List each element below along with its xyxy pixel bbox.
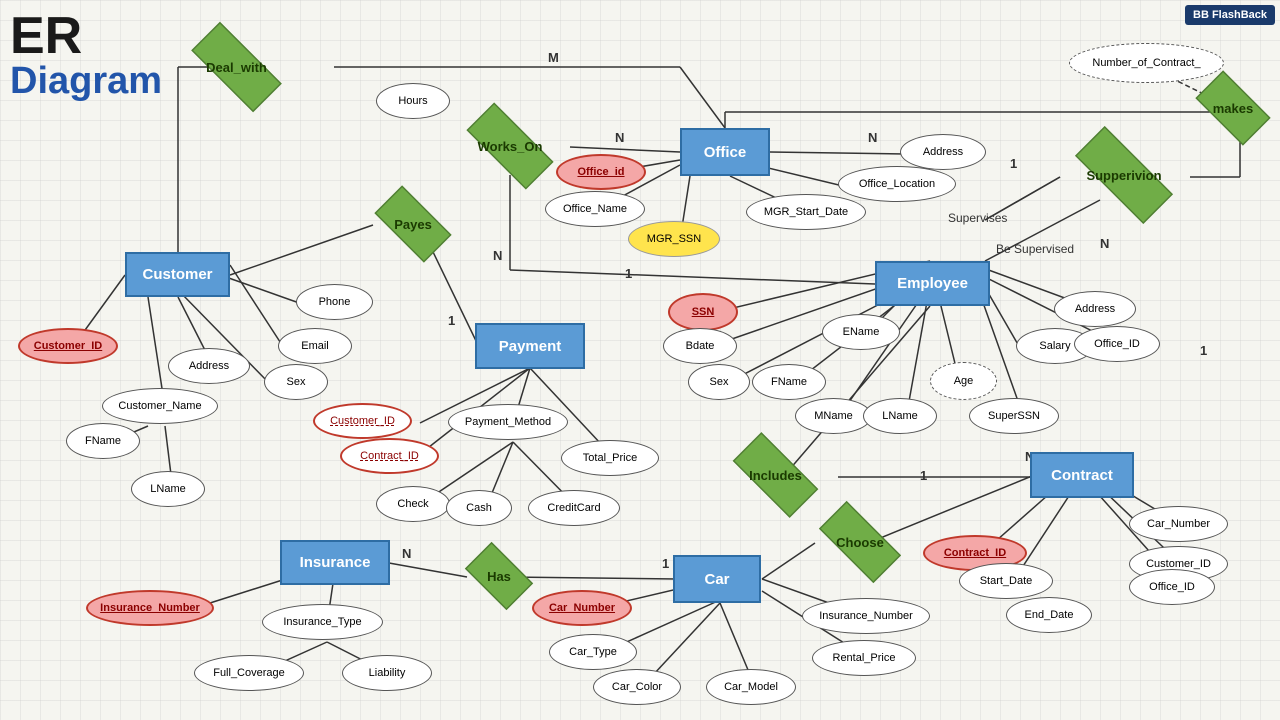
rel-has[interactable]: Has (457, 549, 541, 603)
attr-insurance-number: Insurance_Number (86, 590, 214, 626)
attr-mgr-ssn: MGR_SSN (628, 221, 720, 257)
entity-customer[interactable]: Customer (125, 252, 230, 297)
svg-text:M: M (548, 50, 559, 65)
attr-office-id-cont: Office_ID (1129, 569, 1215, 605)
svg-text:N: N (402, 546, 411, 561)
svg-text:1: 1 (625, 266, 632, 281)
rel-makes[interactable]: makes (1185, 80, 1280, 136)
attr-car-type: Car_Type (549, 634, 637, 670)
attr-cash: Cash (446, 490, 512, 526)
attr-office-name: Office_Name (545, 191, 645, 227)
attr-fname-cust: FName (66, 423, 140, 459)
entity-payment[interactable]: Payment (475, 323, 585, 369)
attr-insurance-num-car: Insurance_Number (802, 598, 930, 634)
attr-payment-method: Payment_Method (448, 404, 568, 440)
attr-office-id: Office_id (556, 154, 646, 190)
rel-works-on[interactable]: Works_On (450, 118, 570, 174)
entity-insurance[interactable]: Insurance (280, 540, 390, 585)
attr-sex-cust: Sex (264, 364, 328, 400)
rel-choose[interactable]: Choose (805, 514, 915, 570)
attr-lname-emp: LName (863, 398, 937, 434)
entity-contract[interactable]: Contract (1030, 452, 1134, 498)
svg-text:1: 1 (920, 468, 927, 483)
attr-lname-cust: LName (131, 471, 205, 507)
attr-address-office: Address (900, 134, 986, 170)
diagram-text: Diagram (10, 62, 162, 100)
rel-deal-with[interactable]: Deal_with (174, 38, 299, 96)
attr-liability: Liability (342, 655, 432, 691)
entity-office[interactable]: Office (680, 128, 770, 176)
attr-mgr-start-date: MGR_Start_Date (746, 194, 866, 230)
attr-check: Check (376, 486, 450, 522)
attr-office-location: Office_Location (838, 166, 956, 202)
attr-bdate: Bdate (663, 328, 737, 364)
svg-text:1: 1 (662, 556, 669, 571)
attr-full-coverage: Full_Coverage (194, 655, 304, 691)
attr-age: Age (930, 362, 997, 400)
er-text: ER (10, 10, 162, 62)
entity-car[interactable]: Car (673, 555, 761, 603)
attr-creditcard: CreditCard (528, 490, 620, 526)
attr-car-number-cont: Car_Number (1129, 506, 1228, 542)
attr-insurance-type: Insurance_Type (262, 604, 383, 640)
svg-text:N: N (615, 130, 624, 145)
svg-text:N: N (493, 248, 502, 263)
attr-address-emp: Address (1054, 291, 1136, 327)
attr-customer-id: Customer_ID (18, 328, 118, 364)
svg-text:1: 1 (1200, 343, 1207, 358)
label-be-supervised: Be Supervised (996, 242, 1074, 256)
attr-rental-price: Rental_Price (812, 640, 916, 676)
svg-text:N: N (868, 130, 877, 145)
attr-car-model: Car_Model (706, 669, 796, 705)
attr-email: Email (278, 328, 352, 364)
attr-end-date: End_Date (1006, 597, 1092, 633)
attr-hours: Hours (376, 83, 450, 119)
label-supervises: Supervises (948, 211, 1007, 225)
attr-address-cust: Address (168, 348, 250, 384)
attr-ename: EName (822, 314, 900, 350)
attr-contract-id-pay: Contract_ID (340, 438, 439, 474)
attr-customer-name: Customer_Name (102, 388, 218, 424)
rel-includes[interactable]: Includes (718, 446, 833, 504)
rel-supperivion[interactable]: Supperivion (1055, 145, 1193, 205)
attr-car-color: Car_Color (593, 669, 681, 705)
attr-superssn: SuperSSN (969, 398, 1059, 434)
attr-sex-emp: Sex (688, 364, 750, 400)
attr-office-id-emp: Office_ID (1074, 326, 1160, 362)
attr-total-price: Total_Price (561, 440, 659, 476)
attr-car-number: Car_Number (532, 590, 632, 626)
attr-customer-id-pay: Customer_ID (313, 403, 412, 439)
attr-start-date: Start_Date (959, 563, 1053, 599)
attr-number-of-contract: Number_of_Contract_ (1069, 43, 1224, 83)
attr-ssn: SSN (668, 293, 738, 331)
svg-text:1: 1 (448, 313, 455, 328)
attr-fname-emp: FName (752, 364, 826, 400)
rel-payes[interactable]: Payes (363, 196, 463, 252)
entity-employee[interactable]: Employee (875, 261, 990, 306)
attr-phone: Phone (296, 284, 373, 320)
title-block: ER Diagram (10, 10, 162, 100)
attr-mname: MName (795, 398, 872, 434)
watermark-label: BB FlashBack (1185, 5, 1275, 25)
svg-text:N: N (1100, 236, 1109, 251)
svg-text:1: 1 (1010, 156, 1017, 171)
